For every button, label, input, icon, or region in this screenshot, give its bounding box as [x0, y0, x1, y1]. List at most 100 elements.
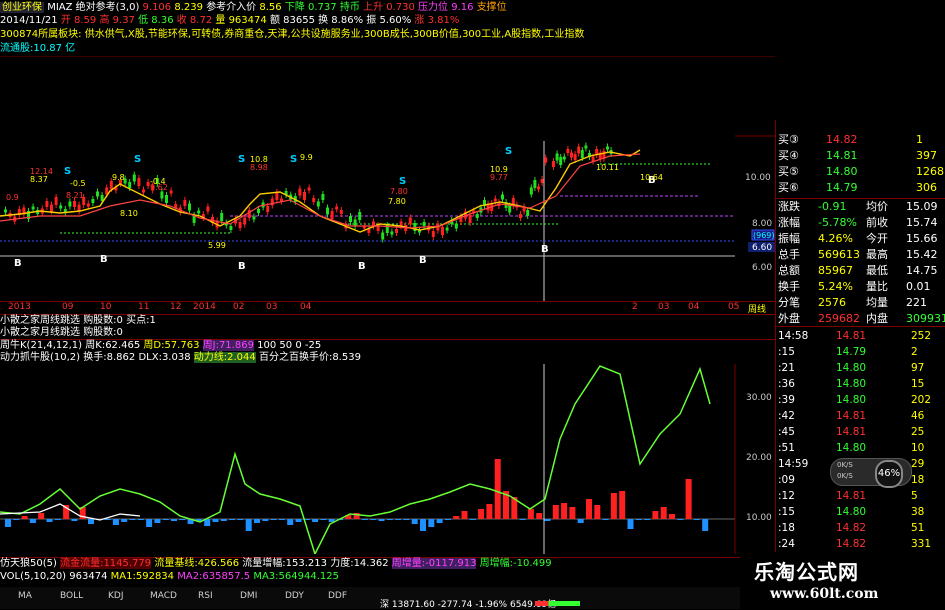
tab-macd[interactable]: MACD [150, 591, 177, 601]
indicator-value: 8.56 [259, 2, 282, 13]
stat-value: 5.24% [818, 280, 853, 293]
indicator-bar [610, 493, 617, 519]
stat-label: 总手 [778, 248, 800, 261]
indicator-bar [229, 519, 236, 520]
bid-label: 买④ [778, 149, 799, 162]
indicator-row-2: 小散之家月线跳选 购股数:0 [0, 327, 123, 339]
main-chart[interactable]: (969) 6.60 10.00 8.00 6.00 SS S SSSB BB BBBB… [0, 56, 775, 301]
tick-time: :21 [778, 362, 795, 374]
stat-label: 振幅 [778, 232, 800, 245]
stat-value: 15.09 [906, 200, 938, 213]
indicator-label: 小散之家周线跳选 [0, 315, 80, 326]
tab-boll[interactable]: BOLL [60, 591, 83, 601]
bar-volume: 量 963474 [215, 15, 267, 26]
stat-value: 4.26% [818, 232, 853, 245]
indicator-bar [420, 519, 426, 531]
signal-value: 7.80 [388, 197, 406, 206]
indicator-value: 力度:14.362 [330, 558, 389, 569]
indicator-bar [444, 519, 451, 520]
indicator-bar [54, 519, 61, 520]
x-tick: 05 [728, 302, 740, 312]
signal-value: 9.77 [490, 173, 508, 182]
indicator-chart[interactable]: 30.00 20.00 10.00 [0, 364, 775, 554]
stat-row: 涨幅 -5.78% 前收 15.74 [776, 215, 945, 231]
tick-time: 14:59 [778, 458, 809, 470]
watermark-url: www.60lt.com [770, 586, 879, 602]
indicator-bar [270, 519, 277, 520]
stat-label: 换手 [778, 280, 800, 293]
signal-value: 8.98 [250, 163, 268, 172]
header-row-2: 2014/11/21 开 8.59 高 9.37 低 8.36 收 8.72 量… [0, 15, 459, 27]
speed-down: 0K/S [837, 472, 853, 480]
stat-label: 量比 [866, 280, 888, 293]
tick-time: :12 [778, 490, 795, 502]
speed-widget[interactable]: 0K/S 0K/S 46% [830, 458, 912, 488]
signal-value: 8.10 [120, 209, 138, 218]
stat-label: 涨跌 [778, 200, 800, 213]
indicator-bar [403, 519, 410, 520]
index-bar: 深 13871.60 -277.74 -1.96% 6549.69亿 [380, 600, 557, 610]
tab-rsi[interactable]: RSI [198, 591, 213, 601]
indicator-value: 0 [295, 340, 302, 351]
indicator-bar [121, 519, 128, 522]
tick-volume: 97 [911, 362, 925, 374]
indicator-bar [685, 479, 692, 519]
stat-value: 0.01 [906, 280, 931, 293]
indicator-bar [320, 519, 327, 520]
tick-row: 14:58 14.81 252 [776, 329, 945, 344]
stat-label: 最高 [866, 248, 888, 261]
indicator-bar [287, 519, 294, 525]
buy-sell-signals: SS S SSSB BB BBBB12.148.37 -0.58.219.8 -0.49.6… [6, 146, 663, 272]
stat-label: 内盘 [866, 312, 888, 325]
tick-price: 14.79 [836, 346, 867, 358]
indicator-bar [527, 509, 534, 519]
indicator-bar [71, 519, 78, 521]
tab-kdj[interactable]: KDJ [108, 591, 124, 601]
time-axis: 2013 09 10 11 12 2014 02 03 04 2 03 04 0… [0, 301, 775, 315]
indicator-bar [635, 519, 642, 520]
bottom-info-1: 仿天狼50(5) 流金流量:1145.779 流量基线:426.566 流量增幅… [0, 557, 740, 570]
tab-dmi[interactable]: DMI [240, 591, 257, 601]
indicator-value: 100 [257, 340, 277, 351]
indicator-bar [469, 519, 476, 520]
indicator-bar [378, 519, 385, 521]
indicator-value: 周K:62.465 [85, 340, 141, 351]
stat-value: 15.66 [906, 232, 938, 245]
period-label[interactable]: 周线 [748, 302, 766, 315]
chart-panel[interactable]: 创业环保 MIAZ 绝对参考(3,0) 9.106 8.239 参考介入价 8.… [0, 0, 775, 610]
stat-value: 14.75 [906, 264, 938, 277]
stat-row: 总手 569613 最高 15.42 [776, 247, 945, 263]
stat-value: 15.42 [906, 248, 938, 261]
indicator-bar [428, 519, 435, 527]
indicator-bar [104, 519, 111, 520]
bid-row: 买⑤ 14.80 1268 [776, 164, 945, 180]
indicator-value: 8.239 [174, 2, 203, 13]
tick-row: :21 14.80 97 [776, 361, 945, 376]
x-tick: 04 [300, 302, 312, 312]
indicator-bar [137, 519, 144, 520]
tick-row: :18 14.82 51 [776, 521, 945, 536]
tick-volume: 51 [911, 522, 925, 534]
stat-row: 总额 85967 最低 14.75 [776, 263, 945, 279]
bid-volume: 306 [916, 181, 937, 194]
tab-ddf[interactable]: DDF [328, 591, 347, 601]
tick-volume: 18 [911, 474, 925, 486]
bar-change: 涨 3.81% [414, 15, 460, 26]
tick-list: 14:58 14.81 252:15 14.79 2:21 14.80 97:36 14.80… [776, 326, 945, 582]
stock-title[interactable]: 创业环保 [0, 2, 44, 13]
signal-value: 9.8 [112, 173, 125, 182]
indicator-bar [395, 519, 402, 520]
tab-ddy[interactable]: DDY [285, 591, 304, 601]
bar-amplitude: 振 5.60% [366, 15, 412, 26]
indicator-bar [702, 519, 709, 531]
indicator-row-1: 小散之家周线跳选 购股数:0 买点:1 [0, 315, 156, 327]
indicator-bar [254, 519, 260, 523]
indicator-bar [436, 519, 443, 523]
tab-ma[interactable]: MA [18, 591, 32, 601]
stat-value: 15.74 [906, 216, 938, 229]
indicator-value: 百分之百换手价:8.539 [258, 352, 361, 363]
speed-up: 0K/S [837, 461, 853, 469]
tick-price: 14.80 [836, 378, 867, 390]
x-tick: 02 [233, 302, 245, 312]
bid-label: 买⑤ [778, 165, 799, 178]
